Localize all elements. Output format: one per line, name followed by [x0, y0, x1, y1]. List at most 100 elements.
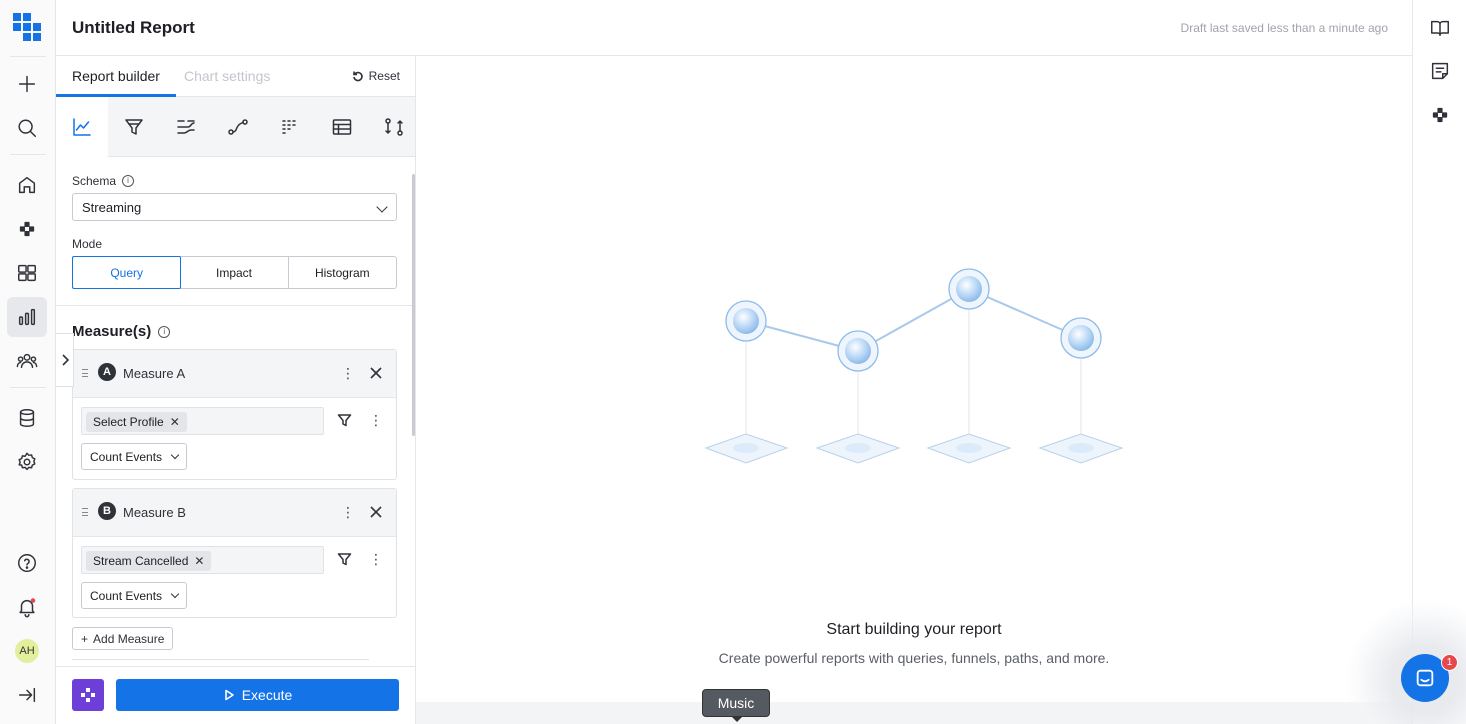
compare-icon: [385, 118, 403, 136]
schema-select[interactable]: Streaming: [72, 193, 397, 221]
info-icon[interactable]: i: [122, 175, 135, 187]
tab-report-builder[interactable]: Report builder: [72, 68, 160, 84]
notifications-button[interactable]: [7, 587, 47, 627]
remove-measure-button[interactable]: [369, 366, 383, 380]
collapse-panel-button[interactable]: [56, 333, 74, 387]
dashboards-icon: [18, 264, 36, 282]
viz-funnel[interactable]: [108, 97, 160, 157]
notes-button[interactable]: [1425, 56, 1455, 86]
rail-divider: [10, 387, 46, 388]
empty-state-subtitle: Create powerful reports with queries, fu…: [718, 650, 1110, 666]
shortcuts-icon: [81, 688, 95, 702]
measure-name[interactable]: Measure A: [123, 366, 185, 381]
section-divider: [56, 305, 415, 306]
home-button[interactable]: [7, 165, 47, 205]
viz-line-chart[interactable]: [56, 97, 108, 157]
add-measure-button[interactable]: + Add Measure: [72, 627, 174, 650]
aggregation-select[interactable]: Count Events: [81, 443, 188, 470]
tab-chart-settings[interactable]: Chart settings: [184, 68, 270, 84]
viz-path[interactable]: [212, 97, 264, 157]
help-button[interactable]: [7, 543, 47, 583]
chat-unread-badge: 1: [1441, 654, 1458, 671]
reset-icon: [352, 71, 363, 82]
viz-table[interactable]: [316, 97, 368, 157]
event-field[interactable]: Select Profile ✕: [81, 407, 324, 435]
measure-name[interactable]: Measure B: [123, 505, 186, 520]
execute-label: Execute: [241, 687, 293, 703]
chevron-down-icon: [376, 201, 388, 213]
report-title[interactable]: Untitled Report: [72, 18, 195, 38]
viz-compare[interactable]: [368, 97, 415, 157]
audiences-button[interactable]: [7, 341, 47, 381]
more-options-icon[interactable]: ⋮: [369, 413, 383, 429]
table-icon: [332, 119, 352, 135]
app-logo-icon[interactable]: [13, 13, 41, 41]
measure-card-a: A Measure A ⋮ Select Profile ✕ ⋮ Count E…: [72, 349, 397, 480]
chevron-right-icon: [61, 354, 69, 366]
draft-status: Draft last saved less than a minute ago: [1180, 21, 1388, 35]
database-icon: [19, 409, 35, 427]
reset-label: Reset: [368, 69, 400, 83]
left-nav-rail: AH: [0, 0, 56, 724]
filter-icon: [337, 553, 352, 566]
next-section-edge: [72, 659, 369, 665]
remove-event-icon[interactable]: ✕: [170, 415, 180, 429]
measures-heading: Measure(s) i: [72, 323, 171, 340]
rail-divider: [10, 154, 46, 155]
dashboards-button[interactable]: [7, 253, 47, 293]
more-options-icon[interactable]: ⋮: [341, 366, 355, 382]
notes-icon: [1431, 62, 1449, 80]
tooltip: Music: [702, 689, 770, 722]
shortcuts-button[interactable]: [7, 209, 47, 249]
measure-card-b: B Measure B ⋮ Stream Cancelled ✕ ⋮ Count…: [72, 488, 397, 618]
drag-handle-icon[interactable]: [82, 508, 88, 516]
filter-button[interactable]: [337, 552, 352, 567]
remove-measure-button[interactable]: [369, 505, 383, 519]
measure-letter-badge: B: [98, 502, 116, 520]
reports-button[interactable]: [7, 297, 47, 337]
home-icon: [18, 176, 36, 194]
search-button[interactable]: [7, 108, 47, 148]
aggregation-value: Count Events: [90, 449, 163, 464]
report-builder-panel: Report builder Chart settings Reset Sche…: [56, 56, 416, 724]
heatmap-icon: [282, 120, 296, 134]
close-icon: [370, 367, 382, 379]
plus-icon: +: [81, 631, 89, 646]
mode-impact[interactable]: Impact: [180, 257, 289, 288]
flow-icon: [177, 120, 195, 134]
documentation-button[interactable]: [1425, 13, 1455, 43]
panel-scrollbar[interactable]: [412, 174, 415, 436]
add-measure-label: Add Measure: [93, 631, 165, 646]
mode-histogram[interactable]: Histogram: [289, 257, 396, 288]
gear-icon: [18, 452, 36, 471]
chat-icon: [1416, 669, 1434, 687]
filter-icon: [337, 414, 352, 427]
report-header: Untitled Report Draft last saved less th…: [56, 0, 1412, 56]
execute-button[interactable]: Execute: [116, 679, 399, 711]
create-button[interactable]: [7, 64, 47, 104]
drag-handle-icon[interactable]: [82, 369, 88, 377]
event-chip-label: Stream Cancelled: [93, 554, 189, 568]
more-options-icon[interactable]: ⋮: [341, 505, 355, 521]
measures-label: Measure(s): [72, 323, 152, 340]
reset-button[interactable]: Reset: [352, 69, 400, 83]
mode-query[interactable]: Query: [72, 256, 182, 289]
shortcuts-button[interactable]: [1425, 100, 1455, 130]
viz-flow[interactable]: [160, 97, 212, 157]
help-icon: [18, 554, 36, 572]
filter-button[interactable]: [337, 413, 352, 428]
expand-sidebar-button[interactable]: [7, 675, 47, 715]
aggregation-select[interactable]: Count Events: [81, 582, 188, 609]
event-field[interactable]: Stream Cancelled ✕: [81, 546, 324, 574]
avatar[interactable]: AH: [15, 639, 39, 663]
viz-heatmap[interactable]: [264, 97, 316, 157]
settings-button[interactable]: [7, 442, 47, 482]
play-icon: [224, 689, 234, 701]
event-chip: Stream Cancelled ✕: [86, 551, 212, 571]
remove-event-icon[interactable]: ✕: [194, 554, 204, 568]
info-icon[interactable]: i: [158, 325, 171, 338]
collapse-right-icon: [18, 687, 36, 703]
more-options-icon[interactable]: ⋮: [369, 552, 383, 568]
shortcut-menu-button[interactable]: [72, 679, 104, 711]
data-button[interactable]: [7, 398, 47, 438]
